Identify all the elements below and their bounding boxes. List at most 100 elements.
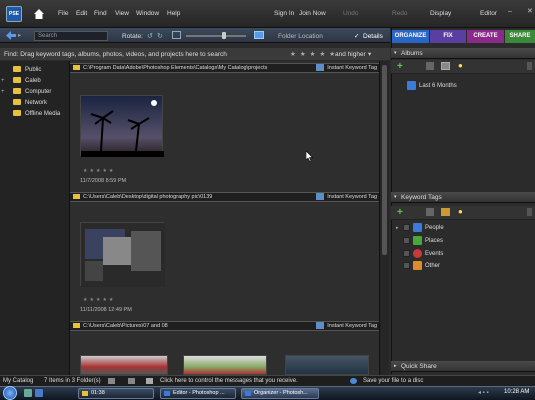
add-icon[interactable]: + [397,207,403,218]
folder-location-dropdown[interactable]: Folder Location [278,33,323,40]
tag-icon [316,64,325,72]
checkbox[interactable] [403,224,410,231]
menu-find[interactable]: Find [94,10,107,17]
expand-icon[interactable]: + [1,87,5,98]
keyword-tags-panel-header[interactable]: ▾ Keyword Tags [391,192,535,203]
rotate-right-icon[interactable]: ↻ [157,32,163,40]
instant-keyword-tag-button[interactable]: Instant Keyword Tag [316,193,377,201]
switch-windows-icon[interactable] [35,389,43,397]
keyword-tag-events[interactable]: Events [398,249,443,260]
tag-lock-icon[interactable] [441,208,450,216]
join-now-link[interactable]: Join Now [299,10,326,17]
rating-stars[interactable]: ★★★★★ [290,50,339,58]
folder-offline-media[interactable]: Offline Media [4,109,60,120]
thumbnail-size-slider[interactable] [186,35,246,37]
panel-options-icon[interactable] [527,62,532,70]
display-menu-button[interactable]: Display [430,10,451,17]
editor-menu-button[interactable]: Editor [480,10,497,17]
start-button-icon[interactable] [3,386,17,400]
search-input[interactable]: Search [34,31,108,41]
sign-in-link[interactable]: Sign In [274,10,294,17]
quick-share-panel-header[interactable]: ▸ Quick Share [391,361,535,372]
tab-create[interactable]: CREATE [467,30,504,43]
rating-stars[interactable]: ★★★★★ [83,168,115,174]
instant-keyword-tag-button[interactable]: Instant Keyword Tag [316,64,377,72]
timeline-icon[interactable] [108,378,115,384]
redo-button[interactable]: Redo [392,10,408,17]
tab-organize[interactable]: ORGANIZE [392,30,429,43]
taskbar-button-editor[interactable]: Editor - Photoshop ... [160,388,236,399]
details-label[interactable]: Details [363,33,383,40]
rotate-left-icon[interactable]: ↺ [147,32,153,40]
lightbulb-icon[interactable]: ● [458,61,463,70]
photo-thumbnail[interactable] [285,355,369,375]
tab-share[interactable]: SHARE [505,30,535,43]
menu-edit[interactable]: Edit [76,10,87,17]
chevron-down-icon[interactable]: ▾ [368,50,371,58]
back-arrow-icon[interactable] [6,31,16,40]
albums-panel-header[interactable]: ▾ Albums [391,48,535,59]
folder-icon [13,99,21,106]
filmstrip-icon[interactable] [128,378,135,384]
photo-thumbnail[interactable] [80,95,164,157]
slider-handle[interactable] [222,32,226,39]
folder-path-bar[interactable]: C:\Program Data\Adobe\Photoshop Elements… [70,63,379,73]
vertical-scrollbar[interactable] [379,61,389,375]
folder-network[interactable]: Network [4,98,47,109]
chevron-down-icon[interactable]: ▾ [394,48,397,59]
status-message[interactable]: Click here to control the messages that … [160,376,298,386]
scrollbar-thumb[interactable] [382,65,387,255]
photo-thumbnail[interactable] [80,222,165,287]
add-icon[interactable]: + [397,61,403,72]
find-bar[interactable]: Find: Drag keyword tags, albums, photos,… [0,48,390,60]
lightbulb-icon[interactable]: ● [458,207,463,216]
taskbar-button-folder[interactable]: 01:38 [78,388,154,399]
single-view-icon[interactable] [254,31,264,39]
panel-options-icon[interactable] [527,208,532,216]
system-tray-icons[interactable]: ◂ ▪ ▪ [478,389,489,396]
show-desktop-icon[interactable] [24,389,32,397]
folder-computer[interactable]: + Computer [1,87,51,98]
menu-view[interactable]: View [115,10,129,17]
keyword-tag-places[interactable]: Places [398,236,443,247]
keyword-tag-people[interactable]: ▸ People [396,223,444,234]
chevron-right-icon[interactable]: ▸ [394,361,397,372]
checkbox[interactable] [403,262,410,269]
forward-arrow-icon[interactable]: ▸ [18,31,21,39]
menu-window[interactable]: Window [136,10,159,17]
menu-file[interactable]: File [58,10,68,17]
photo-thumbnail[interactable] [183,355,267,375]
folder-path-bar[interactable]: C:\Users\Caleb\Desktop\digital photograp… [70,192,379,202]
album-item[interactable]: Last 6 Months [407,81,457,90]
window-close-icon[interactable]: ✕ [527,7,533,15]
checkbox[interactable] [403,250,410,257]
taskbar-button-organizer[interactable]: Organizer - Photosh... [241,388,319,399]
folder-icon [73,323,80,329]
catalog-name[interactable]: My Catalog [3,376,33,386]
album-image-icon[interactable] [441,62,450,70]
undo-button[interactable]: Undo [343,10,359,17]
tab-fix[interactable]: FIX [430,30,466,43]
photo-thumbnail[interactable] [80,355,168,375]
edit-icon[interactable] [426,62,434,70]
instant-keyword-tag-button[interactable]: Instant Keyword Tag [316,322,377,330]
folder-public[interactable]: Public [4,65,41,76]
folder-caleb[interactable]: + Caleb [1,76,41,87]
edit-icon[interactable] [426,208,434,216]
checkbox[interactable] [403,237,410,244]
keyword-tag-other[interactable]: Other [398,261,440,272]
rating-stars[interactable]: ★★★★★ [83,297,115,303]
clock[interactable]: 10:28 AM [504,389,529,395]
chevron-down-icon[interactable]: ▾ [394,192,397,203]
message-icon[interactable] [146,378,153,384]
grid-view-icon[interactable] [172,31,181,39]
save-to-disc-message[interactable]: Save your file to a disc [363,376,423,386]
expand-icon[interactable]: ▸ [396,223,399,234]
folder-path-bar[interactable]: C:\Users\Caleb\Pictures\07 and 08 Instan… [70,321,379,331]
window-minimize-icon[interactable]: – [508,8,512,15]
menu-help[interactable]: Help [167,10,180,17]
expand-icon[interactable]: + [1,76,5,87]
details-checkbox-icon[interactable]: ✓ [354,32,359,40]
screenshot-image [81,223,165,287]
home-icon[interactable] [32,7,46,21]
